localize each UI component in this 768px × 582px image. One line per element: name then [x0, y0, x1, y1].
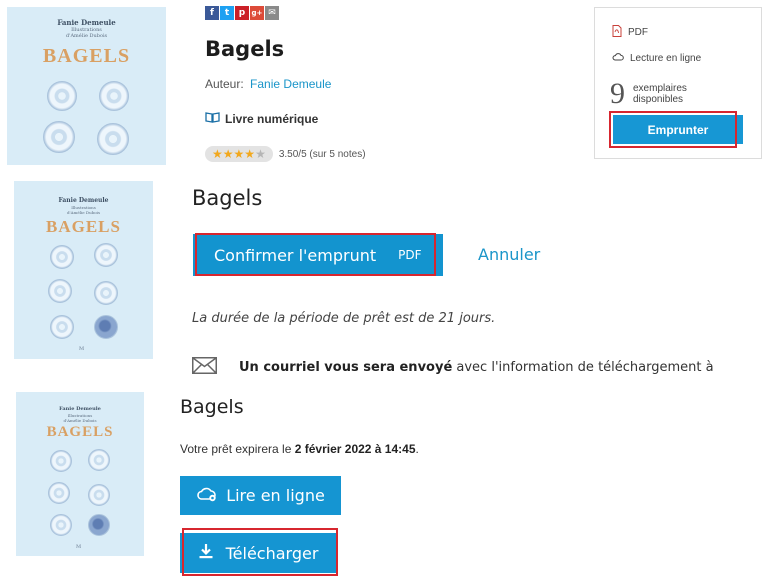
bagel-illustration [97, 123, 129, 155]
envelope-icon [192, 357, 217, 378]
expiry-date: 2 février 2022 à 14:45 [294, 442, 416, 456]
twitter-icon[interactable]: t [220, 6, 234, 20]
cover-author: Fanie Demeule [58, 197, 109, 204]
email-notice-text: Un courriel vous sera envoyé avec l'info… [239, 360, 714, 375]
bagel-illustration [50, 245, 74, 269]
bagel-illustration [47, 81, 77, 111]
highlight-frame [182, 528, 338, 576]
cover-illustrator-name: d'Amélie Dubois [63, 418, 97, 423]
bagel-illustration [50, 450, 72, 472]
cover-title: BAGELS [46, 217, 121, 236]
book-cover-middle[interactable]: Fanie Demeule Illustrations d'Amélie Dub… [14, 181, 153, 359]
author-line: Auteur: Fanie Demeule [205, 77, 331, 91]
author-link[interactable]: Fanie Demeule [250, 77, 331, 91]
cancel-link[interactable]: Annuler [478, 245, 540, 264]
book-open-icon [205, 111, 220, 126]
bagel-illustration [99, 81, 129, 111]
bagel-illustration [88, 484, 110, 506]
publisher-logo: M [79, 346, 85, 352]
confirm-title: Bagels [192, 186, 263, 210]
bagel-illustration [94, 243, 118, 267]
cover-title: BAGELS [42, 45, 131, 67]
rating: ★ ★ ★ ★ ★ 3.50/5 (sur 5 notes) [205, 146, 366, 162]
star-icon: ★ [244, 147, 256, 161]
format-label: Livre numérique [225, 111, 319, 126]
bagel-illustration [43, 121, 75, 153]
loan-title: Bagels [180, 396, 244, 418]
google-plus-icon[interactable]: g+ [250, 6, 264, 20]
highlight-frame [609, 111, 737, 148]
copies-label: exemplaires disponibles [633, 83, 687, 105]
star-rating[interactable]: ★ ★ ★ ★ ★ [205, 146, 273, 162]
star-icon: ★ [233, 147, 245, 161]
highlight-frame [195, 233, 436, 276]
facebook-icon[interactable]: f [205, 6, 219, 20]
read-online-button[interactable]: Lire en ligne [180, 476, 341, 515]
pdf-icon [612, 25, 622, 40]
online-label: Lecture en ligne [630, 53, 702, 64]
cloud-icon [612, 52, 624, 65]
bagel-illustration [50, 514, 72, 536]
cloud-read-icon [196, 486, 218, 506]
star-icon: ★ [222, 147, 234, 161]
bagel-illustration [88, 449, 110, 471]
bagel-illustration [94, 315, 118, 339]
author-label: Auteur: [205, 77, 244, 91]
rating-text: 3.50/5 (sur 5 notes) [278, 148, 366, 160]
format-row: PDF [612, 25, 648, 40]
email-notice: Un courriel vous sera envoyé avec l'info… [192, 357, 714, 378]
read-online-label: Lire en ligne [226, 486, 325, 505]
bagel-illustration [94, 281, 118, 305]
social-share-bar: f t p g+ ✉ [205, 6, 279, 20]
book-cover-bottom[interactable]: Fanie Demeule Illustrations d'Amélie Dub… [16, 392, 144, 556]
loan-duration-text: La durée de la période de prêt est de 21… [192, 311, 496, 326]
email-icon[interactable]: ✉ [265, 6, 279, 20]
book-title: Bagels [205, 37, 285, 61]
loan-expiry-text: Votre prêt expirera le 2 février 2022 à … [180, 442, 419, 456]
copies-count: 9 exemplaires disponibles [610, 79, 687, 109]
copies-number: 9 [610, 77, 625, 110]
bagel-illustration [50, 315, 74, 339]
format-value: PDF [628, 27, 648, 38]
cover-author: Fanie Demeule [59, 406, 101, 412]
bagel-illustration [88, 514, 110, 536]
bagel-illustration [48, 279, 72, 303]
star-icon: ★ [212, 147, 223, 161]
cover-illustrator-name: d'Amélie Dubois [65, 33, 108, 39]
book-cover-top[interactable]: Fanie Demeule Illustrations d'Amélie Dub… [7, 7, 166, 165]
publisher-logo: M [76, 544, 82, 550]
format-line: Livre numérique [205, 111, 318, 126]
cover-author: Fanie Demeule [57, 18, 116, 27]
cover-illustrator-name: d'Amélie Dubois [67, 210, 100, 215]
online-row: Lecture en ligne [612, 52, 701, 65]
cover-title: BAGELS [46, 424, 114, 440]
pinterest-icon[interactable]: p [235, 6, 249, 20]
bagel-illustration [48, 482, 70, 504]
star-empty-icon: ★ [255, 147, 266, 161]
